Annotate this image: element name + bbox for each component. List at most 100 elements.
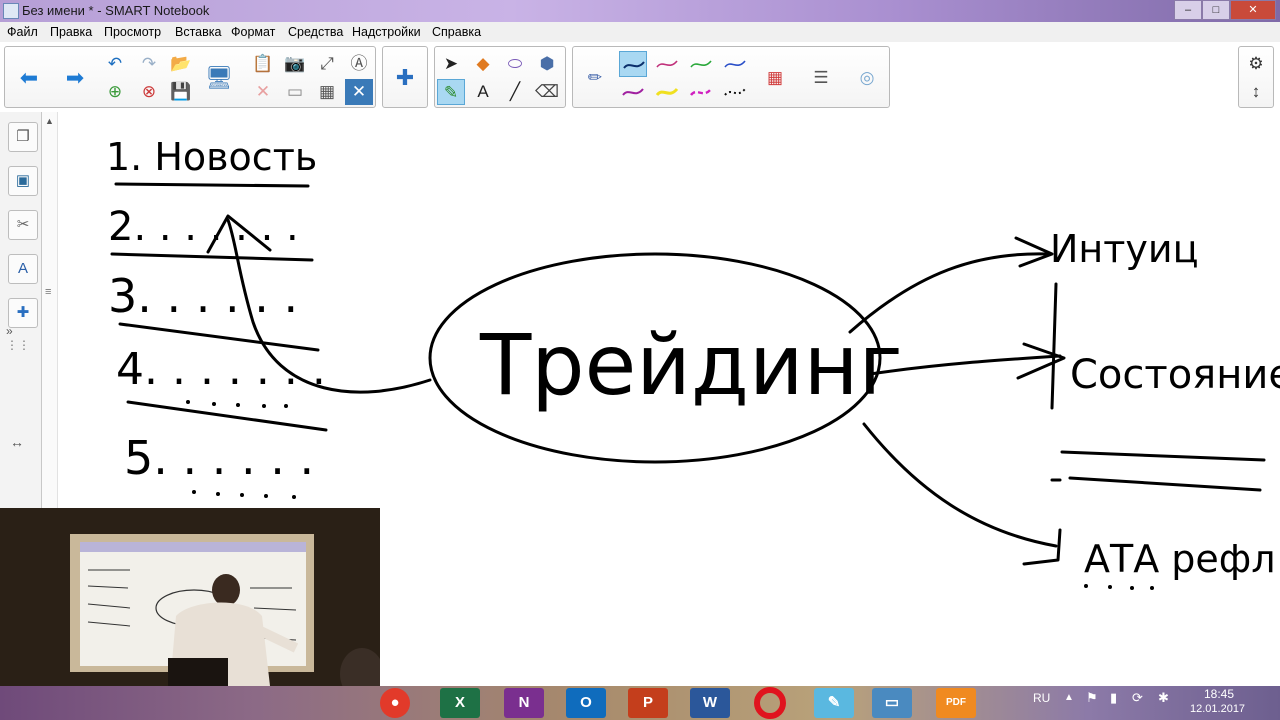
- pen-style-pink[interactable]: [653, 51, 681, 77]
- line-icon[interactable]: ╱: [501, 79, 529, 105]
- ink-right-line-1: [1060, 450, 1266, 462]
- clear-icon[interactable]: ✕: [249, 79, 277, 105]
- taskbar: ● X N O P W ✎ ▭ PDF RU ▲ ⚑ ▮ ⟳ ✱ 18:45 1…: [0, 686, 1280, 720]
- ink-right-line-2: [1068, 476, 1262, 492]
- pen-style-green[interactable]: [687, 51, 715, 77]
- menu-edit[interactable]: Правка: [50, 25, 92, 39]
- window-title: Без имени * - SMART Notebook: [22, 3, 210, 18]
- page-sorter-icon[interactable]: ❐: [8, 122, 38, 152]
- puzzle-icon[interactable]: ✚: [391, 65, 419, 91]
- list-item-4: 4. . . . . . .: [116, 344, 326, 395]
- pencil-icon[interactable]: ✏: [581, 65, 609, 91]
- list-item-3: 3. . . . . .: [108, 269, 298, 323]
- right-word-2: Состояние: [1070, 352, 1280, 398]
- pen-style-magenta-dashed[interactable]: [687, 79, 715, 105]
- transparency-icon[interactable]: ◎: [853, 65, 881, 91]
- gallery-icon[interactable]: ▣: [8, 166, 38, 196]
- title-bar: Без имени * - SMART Notebook – □ ✕: [0, 0, 1280, 22]
- side-bar: ❐ ▣ ✂ A ✚ » ⋮⋮ ↔: [0, 112, 42, 508]
- screen-shade-icon[interactable]: ▭: [281, 79, 309, 105]
- clock-date[interactable]: 12.01.2017: [1190, 703, 1245, 715]
- toolbar-move-icon[interactable]: ↕: [1242, 79, 1270, 105]
- pen-style-purple[interactable]: [619, 79, 647, 105]
- shapes-icon[interactable]: ◆: [469, 51, 497, 77]
- menu-insert[interactable]: Вставка: [175, 25, 221, 39]
- ink-arrow-3: [862, 422, 1058, 548]
- screen-capture-icon[interactable]: 📷: [281, 51, 309, 77]
- color-palette-icon[interactable]: ▦: [761, 65, 789, 91]
- undo-icon[interactable]: ↶: [101, 51, 129, 77]
- side-panel-edge: ▲ ≡: [42, 112, 58, 508]
- powerpoint-app-icon[interactable]: P: [628, 688, 668, 718]
- maximize-button[interactable]: □: [1202, 0, 1230, 20]
- eraser-icon[interactable]: ⬭: [501, 51, 529, 77]
- fullscreen-icon[interactable]: ⤢: [313, 51, 341, 77]
- back-arrow-icon[interactable]: ⬅: [15, 65, 43, 91]
- save-icon[interactable]: 💾: [167, 79, 195, 105]
- outlook-app-icon[interactable]: O: [566, 688, 606, 718]
- clock-time[interactable]: 18:45: [1204, 687, 1234, 701]
- list-item-1: 1. Новость: [106, 135, 317, 179]
- redo-icon[interactable]: ↷: [135, 51, 163, 77]
- menu-bar: Файл Правка Просмотр Вставка Формат Сред…: [0, 22, 1280, 42]
- onenote-app-icon[interactable]: N: [504, 688, 544, 718]
- open-folder-icon[interactable]: 📂: [167, 51, 195, 77]
- eraser-tool-icon[interactable]: ⌫: [533, 79, 561, 105]
- excel-app-icon[interactable]: X: [440, 688, 480, 718]
- sync-icon[interactable]: ⟳: [1132, 690, 1143, 706]
- table-icon[interactable]: ▦: [313, 79, 341, 105]
- notebook-app-icon[interactable]: ✎: [814, 688, 854, 718]
- menu-format[interactable]: Формат: [231, 25, 275, 39]
- ink-arrowhead-2: [1016, 342, 1066, 380]
- forward-arrow-icon[interactable]: ➡: [61, 65, 89, 91]
- pen-style-blue-selected[interactable]: [619, 51, 647, 77]
- pen-style-blue[interactable]: [721, 51, 749, 77]
- panel-grip-icon[interactable]: ≡: [45, 286, 51, 298]
- pdf-app-icon[interactable]: PDF: [936, 688, 976, 718]
- close-page-icon[interactable]: ✕: [345, 79, 373, 105]
- recognition-icon[interactable]: Ⓐ: [345, 51, 373, 77]
- menu-addons[interactable]: Надстройки: [352, 25, 421, 39]
- close-button[interactable]: ✕: [1230, 0, 1276, 20]
- recorder-app-icon[interactable]: ●: [380, 688, 410, 718]
- settings-tray-icon[interactable]: ✱: [1158, 690, 1169, 706]
- toolbar-group-addons: ✚: [382, 46, 428, 108]
- menu-help[interactable]: Справка: [432, 25, 481, 39]
- scroll-up-icon[interactable]: ▲: [45, 116, 54, 126]
- grip-icon[interactable]: ⋮⋮: [6, 338, 30, 352]
- ink-underline: [114, 182, 310, 188]
- select-arrow-icon[interactable]: ➤: [437, 51, 465, 77]
- toolbar-group-main: ⬅ ➡ ↶ ↷ 📂 ⊕ ⊗ 💾 🖥 📋 📷 ⤢ Ⓐ ✕ ▭ ▦ ✕: [4, 46, 376, 108]
- delete-page-icon[interactable]: ⊗: [135, 79, 163, 105]
- toolbar: ⬅ ➡ ↶ ↷ 📂 ⊕ ⊗ 💾 🖥 📋 📷 ⤢ Ⓐ ✕ ▭ ▦ ✕ ✚ ➤ ◆ …: [0, 42, 1280, 112]
- center-word: Трейдинг: [479, 316, 903, 414]
- list-item-5: 5. . . . . .: [124, 431, 314, 485]
- resize-handle-icon[interactable]: ↔: [10, 434, 24, 450]
- pen-style-black-dotted[interactable]: [721, 79, 749, 105]
- menu-tools[interactable]: Средства: [288, 25, 343, 39]
- flag-icon[interactable]: ⚑: [1086, 690, 1098, 706]
- pen-style-yellow[interactable]: [653, 79, 681, 105]
- add-page-icon[interactable]: ⊕: [101, 79, 129, 105]
- language-indicator[interactable]: RU: [1033, 691, 1050, 705]
- menu-view[interactable]: Просмотр: [104, 25, 161, 39]
- screen-icon[interactable]: 🖥: [205, 65, 233, 91]
- pens-icon[interactable]: ✎: [437, 79, 465, 105]
- toolbar-group-pens: ✏ ▦ ☰ ◎: [572, 46, 890, 108]
- collapse-icon[interactable]: »: [6, 324, 13, 338]
- paste-icon[interactable]: 📋: [249, 51, 277, 77]
- ink-vertical-bar: [1050, 282, 1058, 410]
- text-icon[interactable]: A: [469, 79, 497, 105]
- properties-icon[interactable]: A: [8, 254, 38, 284]
- screen-app-icon[interactable]: ▭: [872, 688, 912, 718]
- opera-app-icon[interactable]: [754, 687, 786, 719]
- network-icon[interactable]: ▮: [1110, 690, 1117, 706]
- menu-file[interactable]: Файл: [7, 25, 38, 39]
- minimize-button[interactable]: –: [1174, 0, 1202, 20]
- gear-icon[interactable]: ⚙: [1242, 51, 1270, 77]
- attachments-icon[interactable]: ✂: [8, 210, 38, 240]
- tray-arrow-icon[interactable]: ▲: [1064, 692, 1074, 703]
- word-app-icon[interactable]: W: [690, 688, 730, 718]
- fill-icon[interactable]: ⬢: [533, 51, 561, 77]
- line-width-icon[interactable]: ☰: [807, 65, 835, 91]
